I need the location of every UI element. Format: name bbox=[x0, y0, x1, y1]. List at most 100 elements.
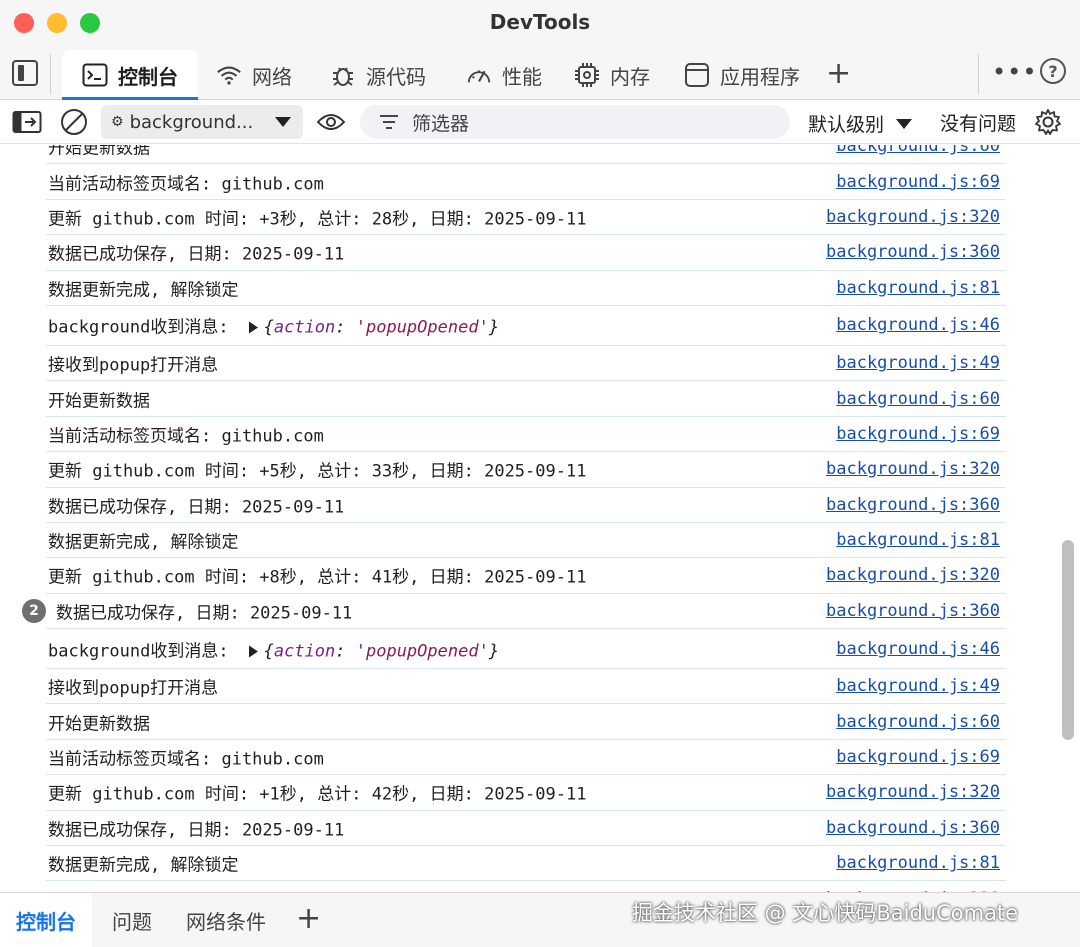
source-link[interactable]: background.js:60 bbox=[836, 389, 1000, 409]
source-link[interactable]: background.js:81 bbox=[836, 530, 1000, 550]
log-levels-dropdown[interactable]: 默认级别 bbox=[808, 110, 913, 137]
source-link[interactable]: background.js:60 bbox=[836, 145, 1000, 156]
source-link[interactable]: background.js:60 bbox=[836, 712, 1000, 732]
tab-console[interactable]: 控制台 bbox=[62, 50, 198, 100]
console-row: 数据更新完成, 解除锁定 background.js:81 bbox=[46, 271, 1006, 306]
source-link[interactable]: background.js:46 bbox=[836, 315, 1000, 335]
tab-network[interactable]: 网络 bbox=[216, 50, 292, 100]
add-tab-icon[interactable]: + bbox=[826, 56, 851, 91]
add-drawer-tab-icon[interactable]: + bbox=[296, 901, 321, 936]
window-title: DevTools bbox=[489, 10, 591, 34]
tab-label: 控制台 bbox=[118, 64, 178, 89]
chevron-down-icon bbox=[896, 118, 913, 129]
message-text: background收到消息: bbox=[48, 641, 229, 662]
console-row: 数据已成功保存, 日期: 2025-09-11 background.js:360 bbox=[46, 235, 1006, 271]
source-link[interactable]: background.js:320 bbox=[826, 782, 1000, 802]
source-link[interactable]: background.js:360 bbox=[826, 242, 1000, 262]
panel-tabbar: 控制台 网络 源代码 性能 内存 应用程序 + ••• ? bbox=[0, 46, 1080, 100]
source-link[interactable]: background.js:360 bbox=[826, 601, 1000, 621]
message-text: 更新 github.com 时间: +8秒, 总计: 41秒, 日期: 2025… bbox=[48, 567, 587, 588]
source-link[interactable]: background.js:320 bbox=[826, 565, 1000, 585]
console-row: 更新 github.com 时间: +1秒, 总计: 42秒, 日期: 2025… bbox=[46, 775, 1006, 811]
eye-icon[interactable] bbox=[316, 110, 346, 134]
console-message: 更新 github.com 时间: +3秒, 总计: 28秒, 日期: 2025… bbox=[48, 204, 586, 229]
help-icon[interactable]: ? bbox=[1040, 58, 1066, 84]
console-rows: 开始更新数据 background.js:60 当前活动标签页域名: github.… bbox=[0, 145, 1060, 892]
source-link[interactable]: background.js:320 bbox=[826, 207, 1000, 227]
console-row: background收到消息: {action: 'popupOpened'} ba… bbox=[46, 629, 1006, 670]
tab-memory[interactable]: 内存 bbox=[574, 50, 650, 100]
console-message: 更新 github.com 时间: +5秒, 总计: 33秒, 日期: 2025… bbox=[48, 457, 586, 482]
object-preview[interactable]: {action: 'popupOpened'} bbox=[264, 641, 499, 661]
console-message: 接收到popup打开消息 bbox=[48, 674, 218, 699]
console-message: 数据已成功保存, 日期: 2025-09-11 bbox=[48, 492, 344, 517]
object-key: action bbox=[273, 317, 336, 338]
console-row: 当前活动标签页域名: github.com background.js:69 bbox=[46, 417, 1006, 453]
source-link[interactable]: background.js:81 bbox=[836, 278, 1000, 298]
message-text: 更新 github.com 时间: +3秒, 总计: 28秒, 日期: 2025… bbox=[48, 209, 587, 230]
console-message: 数据已成功保存, 日期: 2025-09-11 bbox=[56, 598, 352, 623]
object-value: 'popupOpened' bbox=[355, 317, 489, 338]
console-scrollbar[interactable] bbox=[1062, 540, 1074, 740]
message-text: background收到消息: bbox=[48, 317, 229, 338]
message-text: 当前活动标签页域名: github.com bbox=[48, 426, 324, 447]
console-row: 开始更新数据 background.js:60 bbox=[46, 145, 1006, 165]
context-label: background... bbox=[129, 111, 254, 133]
tab-performance[interactable]: 性能 bbox=[466, 50, 542, 100]
issues-counter[interactable]: 没有问题 bbox=[940, 109, 1016, 136]
message-text: 数据更新完成, 解除锁定 bbox=[48, 280, 239, 301]
sidebar-toggle-icon[interactable] bbox=[12, 110, 42, 134]
source-link[interactable]: background.js:360 bbox=[826, 818, 1000, 838]
filter-placeholder: 筛选器 bbox=[412, 112, 470, 135]
console-message: background收到消息: {action: 'popupOpened'} bbox=[48, 313, 499, 338]
tab-label: 源代码 bbox=[366, 64, 426, 89]
console-icon bbox=[82, 62, 108, 88]
drawer-tab-console[interactable]: 控制台 bbox=[0, 893, 92, 947]
divider bbox=[50, 54, 51, 94]
message-text: 数据更新完成, 解除锁定 bbox=[48, 855, 239, 876]
message-text: 接收到popup打开消息 bbox=[48, 355, 219, 376]
source-link[interactable]: background.js:49 bbox=[836, 353, 1000, 373]
source-link[interactable]: background.js:69 bbox=[836, 747, 1000, 767]
tab-application[interactable]: 应用程序 bbox=[684, 50, 800, 100]
more-options-icon[interactable]: ••• bbox=[992, 58, 1037, 86]
console-row: 数据已成功保存, 日期: 2025-09-11 background.js:360 bbox=[46, 811, 1006, 847]
console-row: 数据更新完成, 解除锁定 background.js:81 bbox=[46, 523, 1006, 559]
toggle-drawer-icon[interactable] bbox=[12, 60, 38, 86]
settings-gear-icon[interactable] bbox=[1034, 108, 1062, 136]
clear-console-icon[interactable] bbox=[60, 108, 88, 136]
source-link[interactable]: background.js:320 bbox=[826, 459, 1000, 479]
console-row: 数据已成功保存, 日期: 2025-09-11 background.js:360 bbox=[46, 488, 1006, 523]
expand-triangle-icon[interactable] bbox=[248, 645, 258, 658]
console-row: 当前活动标签页域名: github.com background.js:69 bbox=[46, 164, 1006, 200]
drawer-tab-issues[interactable]: 问题 bbox=[96, 893, 168, 947]
tab-label: 内存 bbox=[610, 64, 650, 89]
source-link[interactable]: background.js:81 bbox=[836, 853, 1000, 873]
tab-sources[interactable]: 源代码 bbox=[330, 50, 426, 100]
wifi-icon bbox=[216, 62, 242, 88]
message-text: 数据已成功保存, 日期: 2025-09-11 bbox=[48, 497, 345, 518]
message-text: 开始更新数据 bbox=[48, 391, 150, 412]
source-link[interactable]: background.js:69 bbox=[836, 172, 1000, 192]
console-message: 接收到popup打开消息 bbox=[48, 351, 218, 376]
context-selector[interactable]: ⚙ background... bbox=[101, 105, 303, 139]
drawer-tab-network-conditions[interactable]: 网络条件 bbox=[170, 893, 282, 947]
console-row: 开始更新数据 background.js:60 bbox=[46, 704, 1006, 740]
source-link[interactable]: background.js:360 bbox=[826, 495, 1000, 515]
console-row: 更新 github.com 时间: +3秒, 总计: 45秒, 日期: 2025… bbox=[46, 881, 1006, 892]
filter-input[interactable]: 筛选器 bbox=[360, 105, 790, 139]
console-message: 数据更新完成, 解除锁定 bbox=[48, 528, 238, 553]
expand-triangle-icon[interactable] bbox=[248, 321, 258, 334]
console-row: 数据更新完成, 解除锁定 background.js:81 bbox=[46, 846, 1006, 882]
object-preview[interactable]: {action: 'popupOpened'} bbox=[264, 318, 499, 338]
source-link[interactable]: background.js:49 bbox=[836, 676, 1000, 696]
chip-icon bbox=[574, 62, 600, 88]
message-text: 接收到popup打开消息 bbox=[48, 678, 219, 699]
source-link[interactable]: background.js:69 bbox=[836, 424, 1000, 444]
console-message: 开始更新数据 bbox=[48, 145, 150, 159]
source-link[interactable]: background.js:46 bbox=[836, 639, 1000, 659]
console-row: background收到消息: {action: 'popupOpened'} ba… bbox=[46, 306, 1006, 346]
message-text: 数据已成功保存, 日期: 2025-09-11 bbox=[56, 603, 353, 624]
message-text: 更新 github.com 时间: +1秒, 总计: 42秒, 日期: 2025… bbox=[48, 784, 587, 805]
console-row: 更新 github.com 时间: +3秒, 总计: 28秒, 日期: 2025… bbox=[46, 200, 1006, 236]
